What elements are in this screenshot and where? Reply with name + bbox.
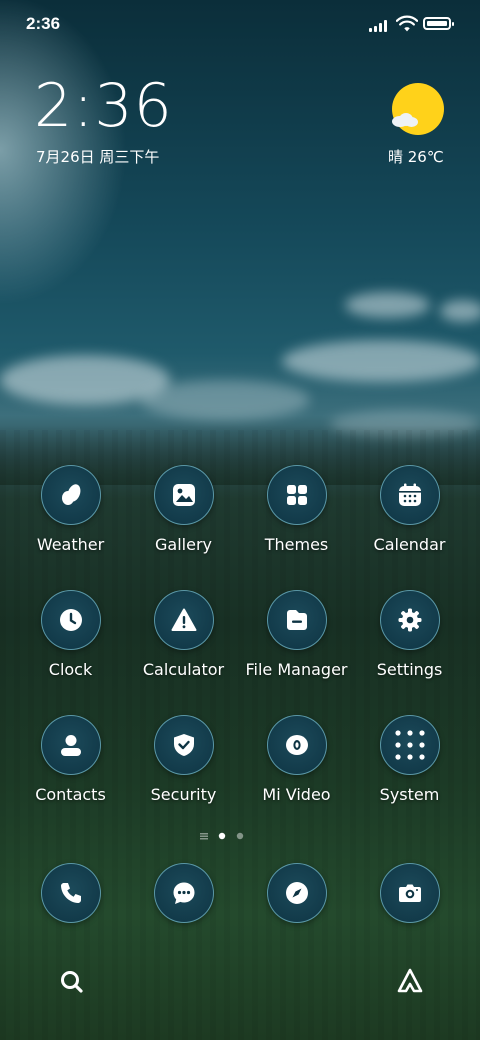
app-calendar[interactable]: Calendar [353, 465, 466, 554]
app-settings[interactable]: Settings [353, 590, 466, 679]
page-dot [236, 832, 244, 840]
weather-text: 晴 26℃ [388, 148, 444, 166]
launcher-logo-icon[interactable] [396, 967, 424, 995]
gear-icon [379, 590, 440, 650]
app-system-folder[interactable]: System [353, 715, 466, 804]
app-label: Calendar [373, 535, 446, 554]
sun-icon [392, 83, 444, 135]
widget-time: 2:36 [34, 71, 173, 141]
app-mi-video[interactable]: Mi Video [240, 715, 353, 804]
dock-phone[interactable] [14, 863, 127, 923]
page-dot-active [218, 832, 226, 840]
app-gallery[interactable]: Gallery [127, 465, 240, 554]
app-label: System [379, 785, 440, 804]
app-clock[interactable]: Clock [14, 590, 127, 679]
app-contacts[interactable]: Contacts [14, 715, 127, 804]
cloud-icon [392, 113, 418, 127]
camera-icon [379, 863, 440, 923]
warning-triangle-icon [153, 590, 214, 650]
app-label: Mi Video [262, 785, 331, 804]
person-icon [40, 715, 101, 775]
grid-squares-icon [266, 465, 327, 525]
phone-icon [40, 863, 101, 923]
video-ring-icon [266, 715, 327, 775]
app-label: File Manager [245, 660, 348, 679]
dock-messages[interactable] [127, 863, 240, 923]
status-time: 2:36 [26, 14, 61, 33]
signal-icon [369, 18, 391, 32]
shield-check-icon [153, 715, 214, 775]
clock-icon [40, 590, 101, 650]
message-bubble-icon [153, 863, 214, 923]
app-label: Clock [48, 660, 93, 679]
dock-browser[interactable] [240, 863, 353, 923]
compass-icon [266, 863, 327, 923]
app-file-manager[interactable]: File Manager [240, 590, 353, 679]
folder-icon [266, 590, 327, 650]
image-icon [153, 465, 214, 525]
dock-camera[interactable] [353, 863, 466, 923]
app-label: Calculator [142, 660, 225, 679]
app-label: Settings [376, 660, 443, 679]
app-label: Weather [36, 535, 105, 554]
app-calculator[interactable]: Calculator [127, 590, 240, 679]
wifi-icon [396, 15, 418, 32]
folder-grid-icon [379, 715, 440, 775]
app-label: Themes [264, 535, 329, 554]
battery-icon [423, 17, 454, 30]
calendar-icon [379, 465, 440, 525]
app-security[interactable]: Security [127, 715, 240, 804]
page-indicator[interactable] [200, 831, 250, 841]
widget-date: 7月26日 周三下午 [36, 148, 160, 166]
weather-drop-icon [40, 465, 101, 525]
app-label: Contacts [35, 785, 106, 804]
app-weather[interactable]: Weather [14, 465, 127, 554]
status-bar: 2:36 [0, 0, 480, 50]
app-label: Gallery [155, 535, 212, 554]
app-themes[interactable]: Themes [240, 465, 353, 554]
app-label: Security [150, 785, 217, 804]
list-page-icon [200, 833, 208, 840]
search-icon[interactable] [58, 968, 86, 996]
